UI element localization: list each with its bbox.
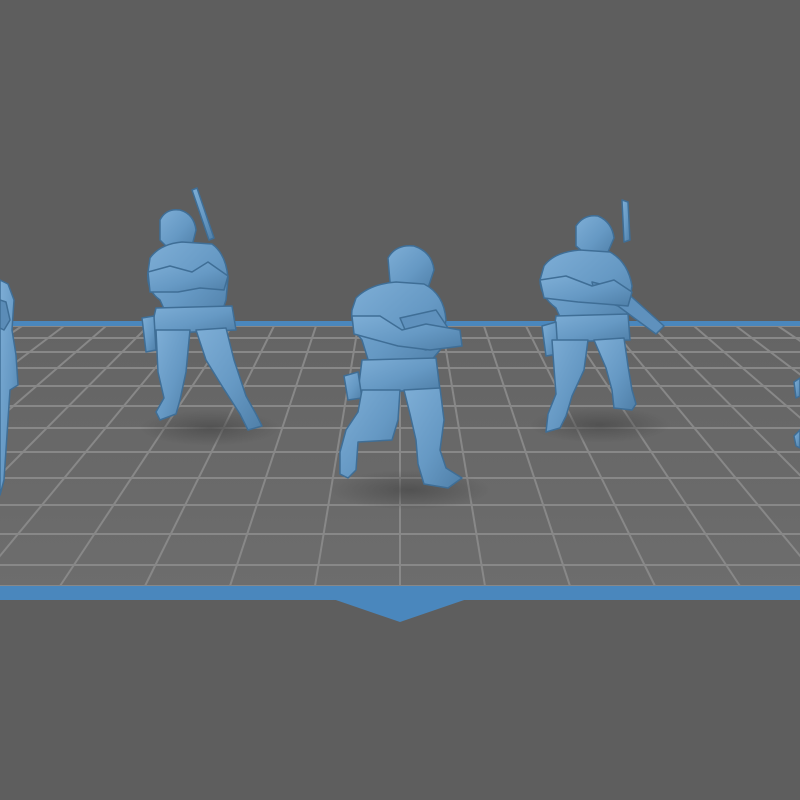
plate-front-edge xyxy=(0,586,800,600)
build-plate-scene[interactable] xyxy=(0,0,800,800)
shadow-center xyxy=(330,470,490,510)
front-arrow-icon xyxy=(330,598,470,622)
3d-viewport[interactable] xyxy=(0,0,800,800)
